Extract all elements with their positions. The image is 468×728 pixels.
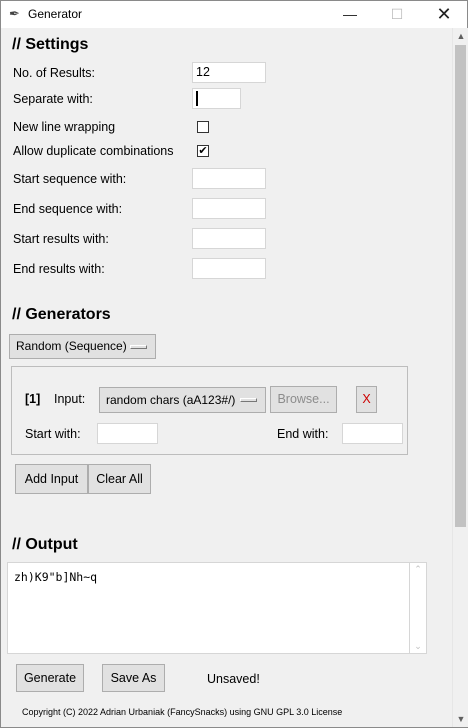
output-scroll-up-icon[interactable]: ⌃ [410, 564, 426, 575]
dropdown-indicator-icon [240, 398, 257, 402]
output-textarea[interactable]: zh)K9"b]Nh~q [7, 562, 410, 654]
remove-input-button[interactable]: X [356, 386, 377, 413]
newline-checkbox[interactable] [197, 121, 209, 133]
title-bar[interactable]: ✒ Generator — ☐ ✕ [1, 1, 467, 28]
end-results-input[interactable] [192, 258, 266, 279]
generator-input-frame: [1] Input: random chars (aA123#/) Browse… [11, 366, 408, 455]
start-with-label: Start with: [25, 427, 81, 441]
num-results-input[interactable]: 12 [192, 62, 266, 83]
generators-heading: // Generators [12, 306, 111, 323]
generator-mode-dropdown[interactable]: Random (Sequence) [9, 334, 156, 359]
scroll-up-icon[interactable]: ▲ [453, 31, 468, 41]
input-label: Input: [54, 392, 86, 406]
add-input-button[interactable]: Add Input [15, 464, 88, 494]
maximize-button[interactable]: ☐ [374, 1, 420, 28]
output-heading: // Output [12, 536, 78, 553]
newline-label: New line wrapping [13, 120, 116, 134]
start-results-label: Start results with: [13, 232, 109, 246]
output-scrollbar[interactable]: ⌃ ⌄ [410, 562, 427, 654]
start-sequence-input[interactable] [192, 168, 266, 189]
minimize-button[interactable]: — [327, 1, 373, 28]
duplicates-checkbox[interactable]: ✔ [197, 145, 209, 157]
save-as-button[interactable]: Save As [102, 664, 165, 692]
text-cursor [196, 91, 198, 106]
dropdown-indicator-icon [130, 345, 147, 349]
start-sequence-label: Start sequence with: [13, 172, 127, 186]
browse-button[interactable]: Browse... [270, 386, 337, 413]
end-sequence-input[interactable] [192, 198, 266, 219]
scroll-down-icon[interactable]: ▼ [453, 714, 468, 724]
input-source-value: random chars (aA123#/) [106, 393, 236, 407]
clear-all-button[interactable]: Clear All [88, 464, 151, 494]
end-with-input[interactable] [342, 423, 403, 444]
start-results-input[interactable] [192, 228, 266, 249]
main-scrollbar[interactable]: ▲ ▼ [452, 28, 468, 727]
window-title: Generator [28, 7, 83, 21]
input-source-dropdown[interactable]: random chars (aA123#/) [99, 387, 266, 413]
app-feather-icon: ✒ [9, 6, 20, 21]
separate-label: Separate with: [13, 92, 93, 106]
generate-button[interactable]: Generate [16, 664, 84, 692]
generator-window: ✒ Generator — ☐ ✕ // Settings No. of Res… [0, 0, 468, 728]
settings-heading: // Settings [12, 36, 89, 53]
duplicates-label: Allow duplicate combinations [13, 144, 174, 158]
end-results-label: End results with: [13, 262, 105, 276]
scrollbar-thumb[interactable] [455, 45, 466, 527]
input-index: [1] [25, 392, 41, 406]
close-button[interactable]: ✕ [421, 1, 467, 28]
main-content: // Settings No. of Results: 12 Separate … [2, 28, 452, 727]
end-with-label: End with: [277, 427, 329, 441]
output-scroll-down-icon[interactable]: ⌄ [410, 641, 426, 652]
generator-mode-value: Random (Sequence) [16, 339, 127, 353]
copyright-text: Copyright (C) 2022 Adrian Urbaniak (Fanc… [22, 707, 343, 717]
end-sequence-label: End sequence with: [13, 202, 123, 216]
separate-input[interactable] [192, 88, 241, 109]
start-with-input[interactable] [97, 423, 158, 444]
num-results-label: No. of Results: [13, 66, 95, 80]
save-status-text: Unsaved! [207, 672, 260, 686]
